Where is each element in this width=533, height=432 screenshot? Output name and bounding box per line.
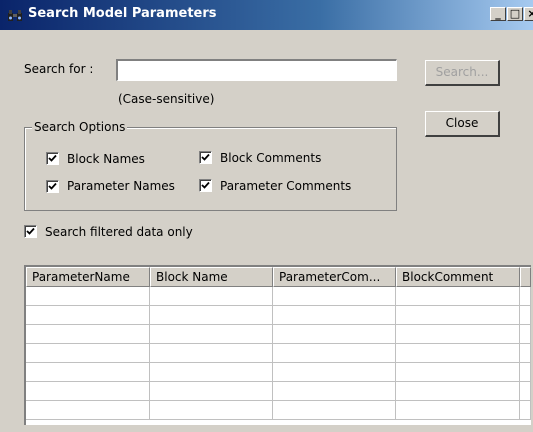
table-cell[interactable] — [520, 325, 531, 344]
table-cell[interactable] — [273, 325, 396, 344]
column-header-filler — [520, 267, 531, 287]
table-cell[interactable] — [396, 382, 520, 401]
block-comments-checkbox[interactable] — [199, 151, 212, 164]
table-cell[interactable] — [273, 306, 396, 325]
table-cell[interactable] — [273, 401, 396, 420]
minimize-button[interactable]: _ — [490, 7, 506, 21]
column-header-block-name[interactable]: Block Name — [150, 267, 273, 287]
table-cell[interactable] — [150, 325, 273, 344]
block-names-checkbox[interactable] — [46, 152, 59, 165]
table-cell[interactable] — [520, 344, 531, 363]
table-cell[interactable] — [396, 363, 520, 382]
search-label: Search for : — [24, 62, 94, 76]
search-options-legend: Search Options — [32, 120, 128, 134]
table-row[interactable] — [26, 363, 531, 382]
table-cell[interactable] — [150, 287, 273, 306]
parameter-comments-label[interactable]: Parameter Comments — [220, 179, 351, 193]
search-filtered-label[interactable]: Search filtered data only — [45, 225, 193, 239]
results-grid[interactable]: ParameterName Block Name ParameterCom...… — [24, 265, 531, 425]
maximize-icon: □ — [509, 7, 521, 20]
checkmark-icon — [48, 182, 57, 190]
close-button[interactable]: Close — [425, 111, 500, 137]
table-row[interactable] — [26, 306, 531, 325]
table-cell[interactable] — [520, 287, 531, 306]
close-icon: × — [527, 8, 533, 20]
parameter-names-checkbox[interactable] — [46, 180, 59, 193]
column-header-parametercomment[interactable]: ParameterCom... — [273, 267, 396, 287]
parameter-names-label[interactable]: Parameter Names — [67, 179, 175, 193]
checkmark-icon — [26, 227, 35, 235]
table-cell[interactable] — [150, 401, 273, 420]
table-cell[interactable] — [396, 325, 520, 344]
title-bar[interactable]: Search Model Parameters _ □ × — [0, 0, 533, 30]
checkmark-icon — [48, 154, 57, 162]
table-row[interactable] — [26, 344, 531, 363]
table-row[interactable] — [26, 401, 531, 420]
table-cell[interactable] — [150, 382, 273, 401]
maximize-button[interactable]: □ — [507, 7, 523, 21]
search-input[interactable] — [116, 59, 397, 81]
table-row[interactable] — [26, 287, 531, 306]
checkmark-icon — [201, 153, 210, 161]
table-row[interactable] — [26, 382, 531, 401]
table-cell[interactable] — [26, 325, 150, 344]
case-sensitive-hint: (Case-sensitive) — [118, 92, 215, 106]
table-cell[interactable] — [26, 401, 150, 420]
table-cell[interactable] — [26, 382, 150, 401]
search-button[interactable]: Search... — [425, 60, 500, 86]
table-cell[interactable] — [273, 344, 396, 363]
column-header-blockcomment[interactable]: BlockComment — [396, 267, 520, 287]
table-cell[interactable] — [396, 306, 520, 325]
block-comments-label[interactable]: Block Comments — [220, 151, 321, 165]
table-cell[interactable] — [396, 344, 520, 363]
table-cell[interactable] — [26, 344, 150, 363]
window-title: Search Model Parameters — [28, 6, 217, 21]
table-cell[interactable] — [520, 363, 531, 382]
search-options-group — [24, 127, 397, 211]
table-cell[interactable] — [150, 344, 273, 363]
table-cell[interactable] — [150, 306, 273, 325]
table-cell[interactable] — [520, 401, 531, 420]
table-cell[interactable] — [273, 287, 396, 306]
table-cell[interactable] — [520, 382, 531, 401]
table-cell[interactable] — [26, 363, 150, 382]
table-cell[interactable] — [396, 287, 520, 306]
table-row[interactable] — [26, 325, 531, 344]
table-cell[interactable] — [26, 306, 150, 325]
search-filtered-checkbox[interactable] — [24, 225, 37, 238]
table-cell[interactable] — [273, 382, 396, 401]
table-cell[interactable] — [520, 306, 531, 325]
minimize-icon: _ — [495, 7, 501, 20]
parameter-comments-checkbox[interactable] — [199, 179, 212, 192]
table-cell[interactable] — [150, 363, 273, 382]
table-cell[interactable] — [396, 401, 520, 420]
checkmark-icon — [201, 181, 210, 189]
table-cell[interactable] — [26, 287, 150, 306]
column-header-parametername[interactable]: ParameterName — [26, 267, 150, 287]
block-names-label[interactable]: Block Names — [67, 152, 145, 166]
table-cell[interactable] — [273, 363, 396, 382]
close-window-button[interactable]: × — [524, 7, 533, 21]
binoculars-icon — [7, 7, 23, 23]
